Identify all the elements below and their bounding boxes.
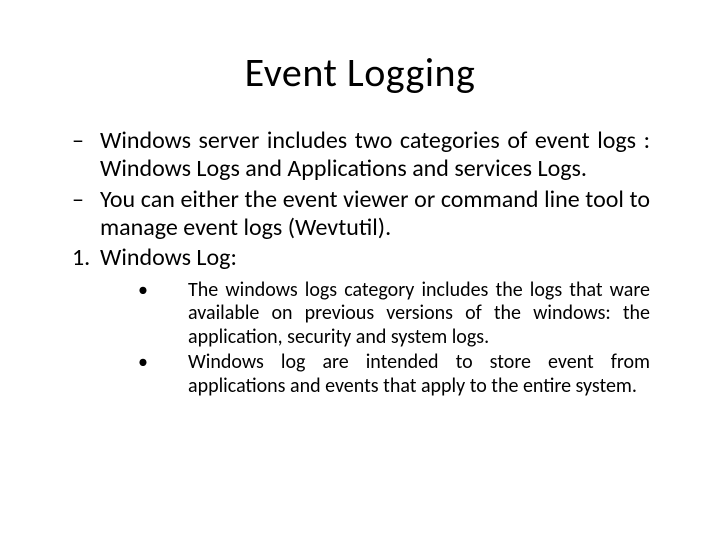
- slide-title: Event Logging: [70, 48, 650, 97]
- sub-bullet-text: The windows logs category includes the l…: [188, 279, 650, 350]
- dash-icon: –: [70, 186, 100, 243]
- bullet-text: You can either the event viewer or comma…: [100, 186, 650, 243]
- bullet-item: – You can either the event viewer or com…: [70, 186, 650, 243]
- sub-bullet-item: • The windows logs category includes the…: [130, 279, 650, 350]
- slide-body: – Windows server includes two categories…: [70, 127, 650, 399]
- numbered-text: Windows Log:: [100, 244, 650, 272]
- dot-icon: •: [130, 351, 188, 398]
- number-marker: 1.: [70, 244, 100, 272]
- dash-icon: –: [70, 127, 100, 184]
- dot-icon: •: [130, 279, 188, 350]
- sub-list: • The windows logs category includes the…: [130, 279, 650, 399]
- numbered-item: 1. Windows Log:: [70, 244, 650, 272]
- slide: Event Logging – Windows server includes …: [0, 0, 720, 540]
- sub-bullet-text: Windows log are intended to store event …: [188, 351, 650, 398]
- bullet-item: – Windows server includes two categories…: [70, 127, 650, 184]
- sub-bullet-item: • Windows log are intended to store even…: [130, 351, 650, 398]
- bullet-text: Windows server includes two categories o…: [100, 127, 650, 184]
